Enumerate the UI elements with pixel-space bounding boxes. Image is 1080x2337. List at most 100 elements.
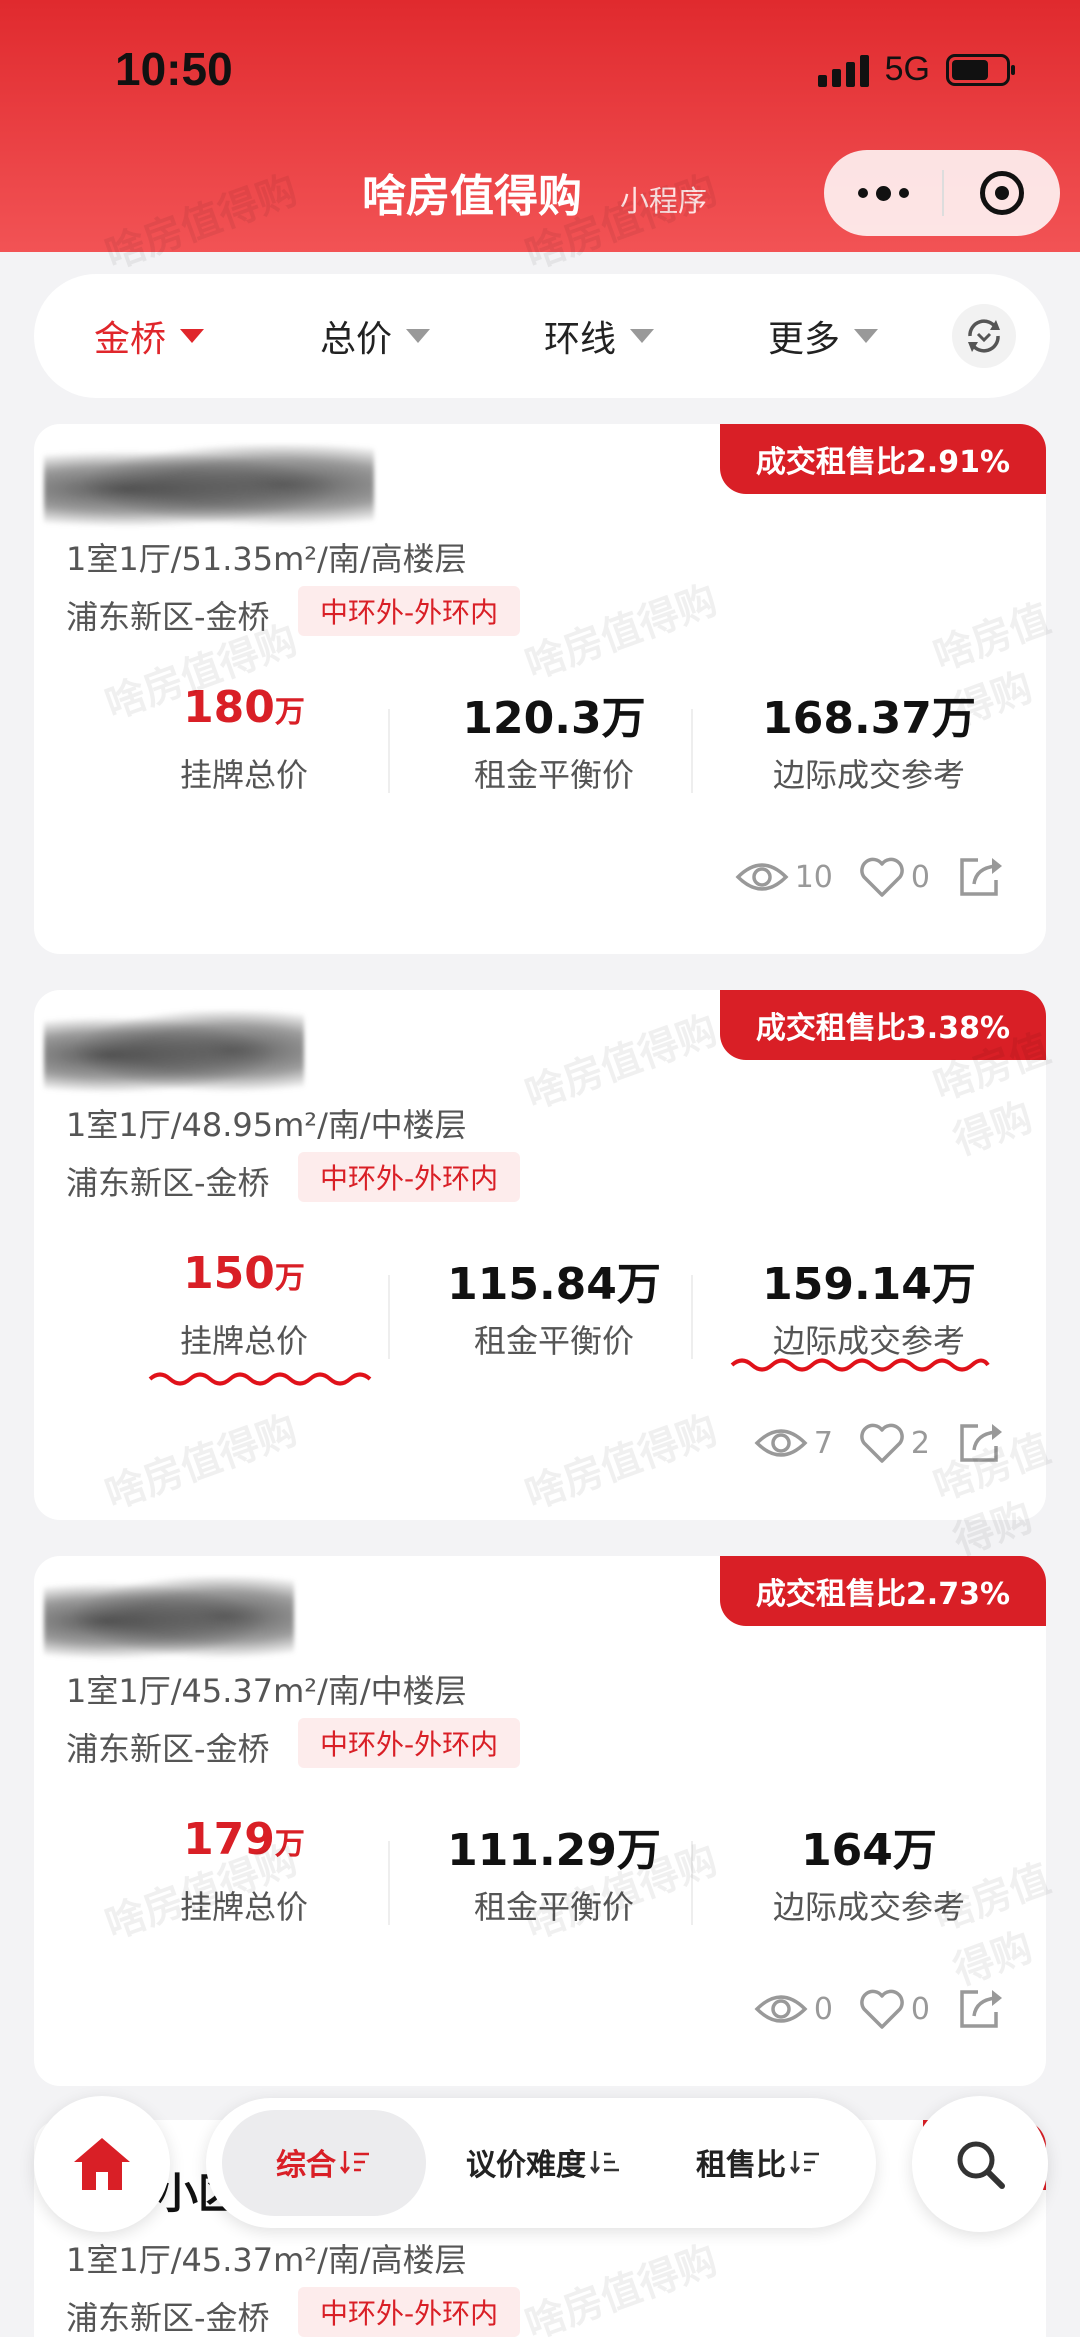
miniprogram-capsule xyxy=(824,150,1060,236)
redacted-title xyxy=(44,444,374,534)
filter-ring-road[interactable]: 环线 xyxy=(544,310,655,362)
list-price-label: 挂牌总价 xyxy=(179,1888,308,1926)
app-subtitle: 小程序 xyxy=(620,184,708,218)
eye-icon xyxy=(754,1429,808,1457)
dropdown-icon xyxy=(854,329,879,343)
filter-area[interactable]: 金桥 xyxy=(94,310,205,362)
likes-count: 2 xyxy=(910,1425,930,1461)
card-actions: 10 0 xyxy=(735,854,1006,900)
ring-tag: 中环外-外环内 xyxy=(298,1718,521,1768)
filter-label: 总价 xyxy=(320,319,393,360)
metric-marginal: 168.37万 边际成交参考 xyxy=(704,682,1034,796)
listing-district: 浦东新区-金桥 xyxy=(66,598,270,636)
rent-balance-value: 120.3万 xyxy=(462,693,646,744)
ratio-badge: 成交租售比3.38% xyxy=(719,990,1046,1060)
close-miniprogram-button[interactable] xyxy=(944,171,1060,215)
metric-rent-balance: 111.29万 租金平衡价 xyxy=(404,1814,704,1928)
ratio-badge: 成交租售比2.91% xyxy=(719,424,1046,494)
sort-rent-sale-ratio[interactable]: 租售比 xyxy=(696,2140,820,2184)
home-button[interactable] xyxy=(34,2096,170,2232)
app-title: 啥房值得购 xyxy=(362,171,582,222)
marginal-value: 159.14万 xyxy=(762,1259,976,1310)
status-bar-right: 5G xyxy=(817,50,1015,89)
share-button[interactable] xyxy=(956,854,1006,900)
share-icon xyxy=(960,858,1002,896)
list-price-unit: 万 xyxy=(274,1827,305,1862)
signal-icon xyxy=(817,53,869,87)
ring-tag: 中环外-外环内 xyxy=(298,1152,521,1202)
redacted-title xyxy=(44,1010,304,1100)
list-price-unit: 万 xyxy=(274,695,305,730)
list-price-label: 挂牌总价 xyxy=(179,756,308,794)
list-price-value: 150 xyxy=(183,1248,275,1299)
dropdown-icon xyxy=(406,329,431,343)
views[interactable]: 10 xyxy=(735,859,833,895)
filter-more[interactable]: 更多 xyxy=(768,310,879,362)
eye-icon xyxy=(735,863,789,891)
wavy-underline xyxy=(730,1358,990,1372)
marginal-value: 164万 xyxy=(801,1825,937,1876)
like-button[interactable]: 0 xyxy=(859,1988,930,2030)
filter-total-price[interactable]: 总价 xyxy=(320,310,431,362)
card-actions: 7 2 xyxy=(754,1420,1006,1466)
views-count: 0 xyxy=(813,1991,833,2027)
listing-card[interactable]: 成交租售比2.91% 1室1厅/51.35m²/南/高楼层 浦东新区-金桥 中环… xyxy=(34,424,1046,954)
list-price-value: 179 xyxy=(183,1814,275,1865)
like-button[interactable]: 2 xyxy=(859,1422,930,1464)
listing-card[interactable]: 成交租售比3.38% 1室1厅/48.95m²/南/中楼层 浦东新区-金桥 中环… xyxy=(34,990,1046,1520)
sort-icon xyxy=(340,2151,369,2175)
share-icon xyxy=(960,1990,1002,2028)
list-price-label: 挂牌总价 xyxy=(179,1322,308,1360)
rent-balance-label: 租金平衡价 xyxy=(473,1888,634,1926)
rent-balance-value: 111.29万 xyxy=(447,1825,661,1876)
status-time: 10:50 xyxy=(115,43,233,95)
search-icon xyxy=(957,2141,1005,2189)
sort-icon xyxy=(590,2151,619,2175)
search-button[interactable] xyxy=(912,2096,1048,2232)
sort-bargain-difficulty[interactable]: 议价难度 xyxy=(466,2140,620,2184)
refresh-icon[interactable] xyxy=(952,304,1016,368)
sort-comprehensive[interactable]: 综合 xyxy=(276,2140,370,2184)
sort-label: 综合 xyxy=(276,2148,336,2183)
card-actions: 0 0 xyxy=(754,1986,1006,2032)
list-price-unit: 万 xyxy=(274,1261,305,1296)
list-price-value: 180 xyxy=(183,682,275,733)
battery-icon xyxy=(946,53,1015,86)
listing-card[interactable]: 成交租售比2.73% 1室1厅/45.37m²/南/中楼层 浦东新区-金桥 中环… xyxy=(34,1556,1046,2086)
listing-spec: 1室1厅/51.35m²/南/高楼层 xyxy=(66,540,467,578)
listing-district: 浦东新区-金桥 xyxy=(66,1164,270,1202)
metric-rent-balance: 120.3万 租金平衡价 xyxy=(404,682,704,796)
marginal-value: 168.37万 xyxy=(762,693,976,744)
wavy-underline xyxy=(148,1372,372,1386)
ring-tag: 中环外-外环内 xyxy=(298,2287,521,2337)
share-icon xyxy=(960,1424,1002,1462)
sort-bar: 综合 议价难度 租售比 xyxy=(206,2098,876,2228)
heart-icon xyxy=(860,857,904,897)
filter-label: 更多 xyxy=(768,319,841,360)
like-button[interactable]: 0 xyxy=(859,856,930,898)
views[interactable]: 7 xyxy=(754,1425,833,1461)
sort-label: 议价难度 xyxy=(466,2148,586,2183)
listing-spec: 1室1厅/45.37m²/南/高楼层 xyxy=(66,2241,467,2279)
ratio-badge: 成交租售比2.73% xyxy=(719,1556,1046,1626)
views[interactable]: 0 xyxy=(754,1991,833,2027)
heart-icon xyxy=(860,1423,904,1463)
sort-label: 租售比 xyxy=(696,2148,786,2183)
listing-spec: 1室1厅/48.95m²/南/中楼层 xyxy=(66,1106,467,1144)
metric-list-price: 180万 挂牌总价 xyxy=(94,682,394,796)
more-icon[interactable] xyxy=(824,185,942,201)
listing-district: 浦东新区-金桥 xyxy=(66,2299,270,2337)
listing-spec: 1室1厅/45.37m²/南/中楼层 xyxy=(66,1672,467,1710)
eye-icon xyxy=(754,1995,808,2023)
filter-label: 环线 xyxy=(544,319,617,360)
target-icon xyxy=(980,171,1024,215)
share-button[interactable] xyxy=(956,1986,1006,2032)
share-button[interactable] xyxy=(956,1420,1006,1466)
home-icon xyxy=(74,2138,130,2190)
dropdown-icon xyxy=(180,329,205,343)
rent-balance-label: 租金平衡价 xyxy=(473,756,634,794)
rent-balance-label: 租金平衡价 xyxy=(473,1322,634,1360)
metric-rent-balance: 115.84万 租金平衡价 xyxy=(404,1248,704,1362)
metric-marginal: 159.14万 边际成交参考 xyxy=(704,1248,1034,1362)
filter-bar: 金桥 总价 环线 更多 xyxy=(34,274,1050,398)
